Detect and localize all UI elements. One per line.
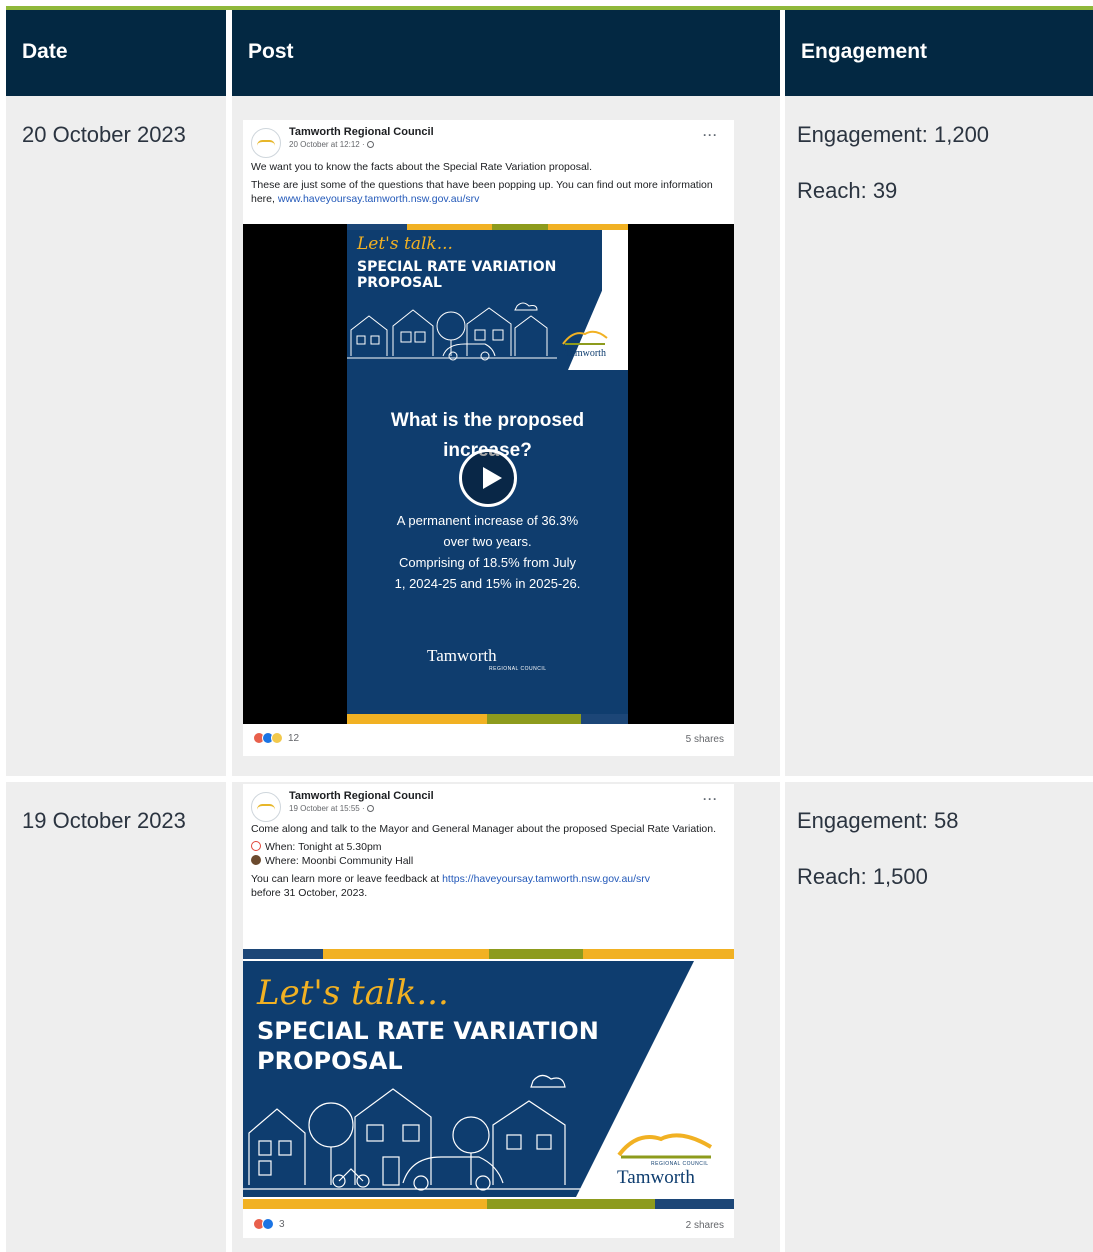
banner-title-line1: SPECIAL RATE VARIATION: [257, 1017, 599, 1045]
houses-illustration: [347, 302, 557, 361]
tamworth-logo: REGIONAL COUNCIL Tamworth: [611, 1127, 721, 1193]
timestamp-text: 19 October at 15:55 ·: [289, 804, 365, 813]
alarm-clock-icon: [251, 841, 261, 851]
timestamp-text: 20 October at 12:12 ·: [289, 140, 365, 149]
post-when: When: Tonight at 5.30pm: [251, 840, 724, 854]
post-paragraph: You can learn more or leave feedback at …: [251, 872, 724, 900]
play-button[interactable]: [459, 449, 517, 507]
facebook-post: Tamworth Regional Council 19 October at …: [243, 784, 734, 1238]
table-cell-engagement: Engagement: 58 Reach: 1,500: [785, 782, 1093, 1252]
hut-icon: [251, 855, 261, 865]
reactions-count: 3: [279, 1218, 285, 1230]
page-name-link[interactable]: Tamworth Regional Council: [289, 126, 434, 138]
shares-count[interactable]: 5 shares: [686, 734, 724, 745]
post-header: Tamworth Regional Council 20 October at …: [243, 120, 734, 160]
date-text: 20 October 2023: [22, 122, 186, 147]
footer-logo-text: Tamworth: [427, 646, 497, 665]
logo-text: Tamworth: [565, 348, 606, 359]
lets-talk-text: Let's talk...: [257, 973, 449, 1013]
brand-stripes: [243, 949, 734, 959]
avatar[interactable]: [251, 128, 281, 158]
answer-line: 1, 2024-25 and 15% in 2025-26.: [394, 576, 581, 591]
post-header: Tamworth Regional Council 19 October at …: [243, 784, 734, 824]
post-video[interactable]: Let's talk... SPECIAL RATE VARIATION PRO…: [243, 224, 734, 724]
post-paragraph-text: You can learn more or leave feedback at: [251, 873, 440, 885]
reactions[interactable]: 3: [253, 1218, 285, 1230]
shares-count[interactable]: 2 shares: [686, 1220, 724, 1231]
date-text: 19 October 2023: [22, 808, 186, 833]
reactions-count: 12: [288, 732, 300, 744]
footer-logo: Tamworth REGIONAL COUNCIL: [427, 646, 557, 676]
brand-stripes: [347, 714, 628, 724]
reach-value: Reach: 1,500: [797, 864, 928, 889]
banner-title-line1: SPECIAL RATE VARIATION: [357, 259, 557, 275]
globe-icon: [366, 141, 374, 149]
post-footer: 12 5 shares: [243, 726, 734, 750]
where-text: Where: Moonbi Community Hall: [265, 855, 414, 867]
tamworth-logo: Tamworth: [559, 326, 611, 364]
header-separator: [780, 10, 785, 96]
banner-title-line2: PROPOSAL: [357, 275, 442, 291]
logo-hills-icon: [562, 330, 608, 345]
more-options-icon[interactable]: ···: [703, 128, 718, 142]
post-where: Where: Moonbi Community Hall: [251, 854, 724, 868]
table-cell-post: Tamworth Regional Council 20 October at …: [232, 96, 780, 776]
engagement-table: Date Post Engagement 20 October 2023 Tam…: [6, 6, 1093, 1252]
table-cell-engagement: Engagement: 1,200 Reach: 39: [785, 96, 1093, 776]
banner-image: Let's talk... SPECIAL RATE VARIATION PRO…: [243, 961, 734, 1197]
footer-logo-sub: REGIONAL COUNCIL: [489, 666, 547, 672]
post-image[interactable]: Let's talk... SPECIAL RATE VARIATION PRO…: [243, 949, 734, 1209]
avatar[interactable]: [251, 792, 281, 822]
post-text: We want you to know the facts about the …: [243, 160, 734, 206]
post-paragraph: These are just some of the questions tha…: [251, 178, 724, 206]
post-timestamp[interactable]: 20 October at 12:12 ·: [289, 140, 374, 149]
table-cell-date: 20 October 2023: [6, 96, 226, 776]
play-icon: [483, 467, 502, 489]
brand-stripes: [243, 1199, 734, 1209]
column-header-date: Date: [6, 10, 226, 96]
post-paragraph: We want you to know the facts about the …: [251, 161, 593, 173]
facebook-post: Tamworth Regional Council 20 October at …: [243, 120, 734, 756]
post-paragraph-text: before 31 October, 2023.: [251, 887, 368, 899]
engagement-value: Engagement: 1,200: [797, 122, 990, 147]
column-header-post: Post: [232, 10, 780, 96]
when-text: When: Tonight at 5.30pm: [265, 841, 382, 853]
reach-value: Reach: 39: [797, 178, 898, 203]
engagement-value: Engagement: 58: [797, 808, 959, 833]
globe-icon: [366, 805, 374, 813]
post-text: Come along and talk to the Mayor and Gen…: [243, 822, 734, 900]
answer-line: Comprising of 18.5% from July: [398, 555, 576, 570]
logo-text: Tamworth: [617, 1167, 695, 1188]
table-cell-post: Tamworth Regional Council 19 October at …: [232, 782, 780, 1252]
reactions[interactable]: 12: [253, 732, 299, 744]
houses-illustration: [243, 1074, 623, 1191]
post-timestamp[interactable]: 19 October at 15:55 ·: [289, 804, 374, 813]
video-answer: A permanent increase of 36.3% over two y…: [347, 510, 628, 594]
logo-hills-icon: [617, 1133, 713, 1159]
like-reaction-icon: [262, 1218, 274, 1230]
answer-line: over two years.: [443, 534, 532, 549]
column-header-engagement: Engagement: [785, 10, 1093, 96]
post-link[interactable]: www.haveyoursay.tamworth.nsw.gov.au/srv: [278, 193, 480, 205]
post-link[interactable]: https://haveyoursay.tamworth.nsw.gov.au/…: [442, 873, 650, 885]
lets-talk-text: Let's talk...: [357, 234, 453, 254]
page-name-link[interactable]: Tamworth Regional Council: [289, 790, 434, 802]
more-options-icon[interactable]: ···: [703, 792, 718, 806]
post-paragraph: Come along and talk to the Mayor and Gen…: [251, 823, 717, 835]
answer-line: A permanent increase of 36.3%: [396, 513, 579, 528]
post-footer: 3 2 shares: [243, 1212, 734, 1236]
sad-reaction-icon: [271, 732, 283, 744]
video-banner: Let's talk... SPECIAL RATE VARIATION PRO…: [347, 230, 628, 370]
header-separator: [226, 10, 231, 96]
table-cell-date: 19 October 2023: [6, 782, 226, 1252]
